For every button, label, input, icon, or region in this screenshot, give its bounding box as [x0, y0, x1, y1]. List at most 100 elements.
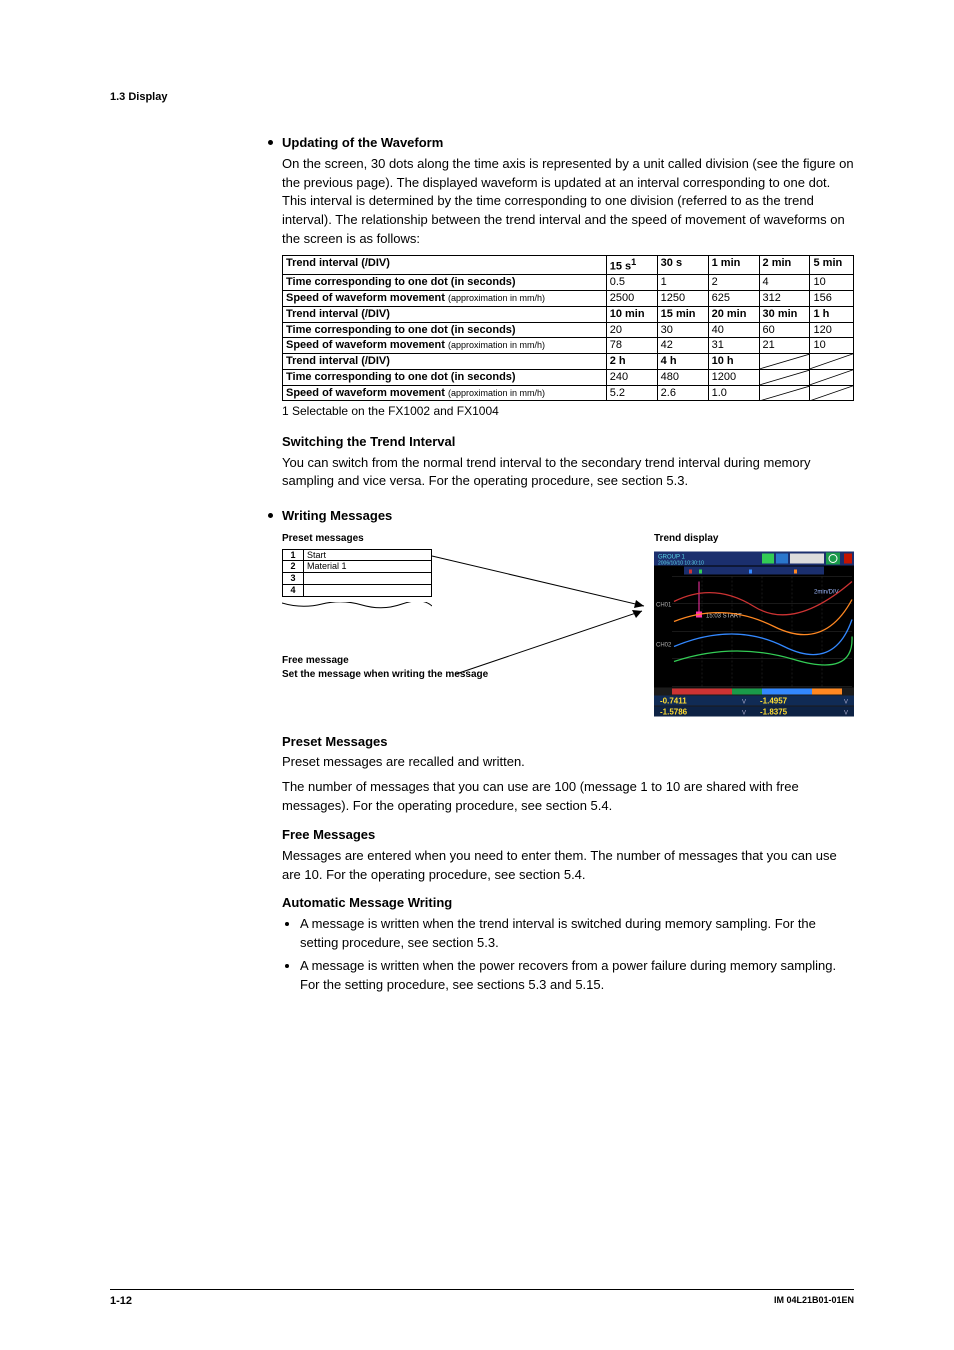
row-label: Speed of waveform movement (approximatio…: [283, 385, 607, 401]
row-label: Trend interval (/DIV): [283, 354, 607, 370]
cell: 625: [708, 291, 759, 307]
cell: 20 min: [708, 306, 759, 322]
cell: 4: [759, 275, 810, 291]
cell: 10 h: [708, 354, 759, 370]
heading-writing-messages: Writing Messages: [282, 507, 854, 526]
preset-messages-table: 1Start 2Material 1 3 4: [282, 549, 432, 597]
heading-text: Updating of the Waveform: [282, 135, 443, 150]
preset-p2: The number of messages that you can use …: [282, 778, 854, 816]
cell: 42: [657, 338, 708, 354]
heading-automatic-writing: Automatic Message Writing: [282, 894, 854, 913]
cell: 312: [759, 291, 810, 307]
cell: 5.2: [606, 385, 657, 401]
cell: 2500: [606, 291, 657, 307]
automatic-writing-list: A message is written when the trend inte…: [282, 915, 854, 994]
cell: Start: [304, 549, 432, 561]
cell: 156: [810, 291, 854, 307]
svg-text:V: V: [742, 699, 746, 705]
heading-preset-messages: Preset Messages: [282, 733, 854, 752]
free-p1: Messages are entered when you need to en…: [282, 847, 854, 885]
row-label: Time corresponding to one dot (in second…: [283, 275, 607, 291]
cell: 40: [708, 322, 759, 338]
trend-interval-table: Trend interval (/DIV) 15 s1 30 s 1 min 2…: [282, 255, 854, 401]
cell: 78: [606, 338, 657, 354]
row-label: Trend interval (/DIV): [283, 256, 607, 275]
section-header: 1.3 Display: [110, 90, 854, 106]
cell: 10: [810, 275, 854, 291]
list-item: A message is written when the power reco…: [300, 957, 854, 995]
row-label: Time corresponding to one dot (in second…: [283, 369, 607, 385]
cell: 1: [283, 549, 304, 561]
cell: 2: [283, 561, 304, 573]
bullet-icon: [268, 140, 273, 145]
cell: 1 min: [708, 256, 759, 275]
cell: 1: [657, 275, 708, 291]
svg-text:V: V: [844, 710, 848, 716]
svg-text:CH02: CH02: [656, 642, 672, 648]
svg-text:CH01: CH01: [656, 602, 672, 608]
switching-paragraph: You can switch from the normal trend int…: [282, 454, 854, 492]
cell: 30: [657, 322, 708, 338]
row-label: Time corresponding to one dot (in second…: [283, 322, 607, 338]
cell: 1.0: [708, 385, 759, 401]
cell: 4 h: [657, 354, 708, 370]
cell-empty: [759, 369, 810, 385]
svg-text:-1.8375: -1.8375: [760, 707, 788, 716]
cell: 120: [810, 322, 854, 338]
scribble-icon: [282, 602, 432, 610]
row-label: Trend interval (/DIV): [283, 306, 607, 322]
cell-empty: [810, 385, 854, 401]
cell: 31: [708, 338, 759, 354]
svg-text:V: V: [742, 710, 746, 716]
list-item: A message is written when the trend inte…: [300, 915, 854, 953]
document-id: IM 04L21B01-01EN: [774, 1294, 854, 1310]
cell: 4: [283, 585, 304, 597]
cell: 20: [606, 322, 657, 338]
cell: [304, 573, 432, 585]
svg-text:2006/10/10 10:30:10: 2006/10/10 10:30:10: [658, 560, 704, 566]
cell: 30 s: [657, 256, 708, 275]
svg-text:-1.5786: -1.5786: [660, 707, 688, 716]
cell: 30 min: [759, 306, 810, 322]
page-number: 1-12: [110, 1294, 132, 1310]
cell: Material 1: [304, 561, 432, 573]
updating-paragraph: On the screen, 30 dots along the time ax…: [282, 155, 854, 249]
preset-messages-label: Preset messages: [282, 532, 507, 547]
trend-display-screenshot: GROUP 1 2006/10/10 10:30:10: [654, 549, 854, 719]
cell: 0.5: [606, 275, 657, 291]
cell-empty: [810, 354, 854, 370]
table-footnote: 1 Selectable on the FX1002 and FX1004: [282, 403, 854, 420]
svg-text:-0.7411: -0.7411: [660, 696, 687, 705]
cell: 2 min: [759, 256, 810, 275]
cell: 240: [606, 369, 657, 385]
page-footer: 1-12 IM 04L21B01-01EN: [110, 1289, 854, 1310]
bullet-icon: [268, 513, 273, 518]
cell: 15 min: [657, 306, 708, 322]
cell: 60: [759, 322, 810, 338]
cell-empty: [810, 369, 854, 385]
cell: 15 s1: [606, 256, 657, 275]
free-message-label: Free message: [282, 654, 507, 669]
cell-empty: [759, 385, 810, 401]
heading-switching: Switching the Trend Interval: [282, 433, 854, 452]
heading-text: Writing Messages: [282, 508, 392, 523]
row-label: Speed of waveform movement (approximatio…: [283, 291, 607, 307]
preset-p1: Preset messages are recalled and written…: [282, 753, 854, 772]
cell: 2: [708, 275, 759, 291]
cell: 5 min: [810, 256, 854, 275]
cell: 1250: [657, 291, 708, 307]
cell: 1200: [708, 369, 759, 385]
heading-free-messages: Free Messages: [282, 826, 854, 845]
cell: 1 h: [810, 306, 854, 322]
heading-updating-waveform: Updating of the Waveform: [282, 134, 854, 153]
cell: 3: [283, 573, 304, 585]
cell-empty: [759, 354, 810, 370]
cell: 10 min: [606, 306, 657, 322]
svg-text:-1.4957: -1.4957: [760, 696, 788, 705]
cell: 10: [810, 338, 854, 354]
cell: 2 h: [606, 354, 657, 370]
cell: 480: [657, 369, 708, 385]
cell: [304, 585, 432, 597]
row-label: Speed of waveform movement (approximatio…: [283, 338, 607, 354]
svg-text:V: V: [844, 699, 848, 705]
